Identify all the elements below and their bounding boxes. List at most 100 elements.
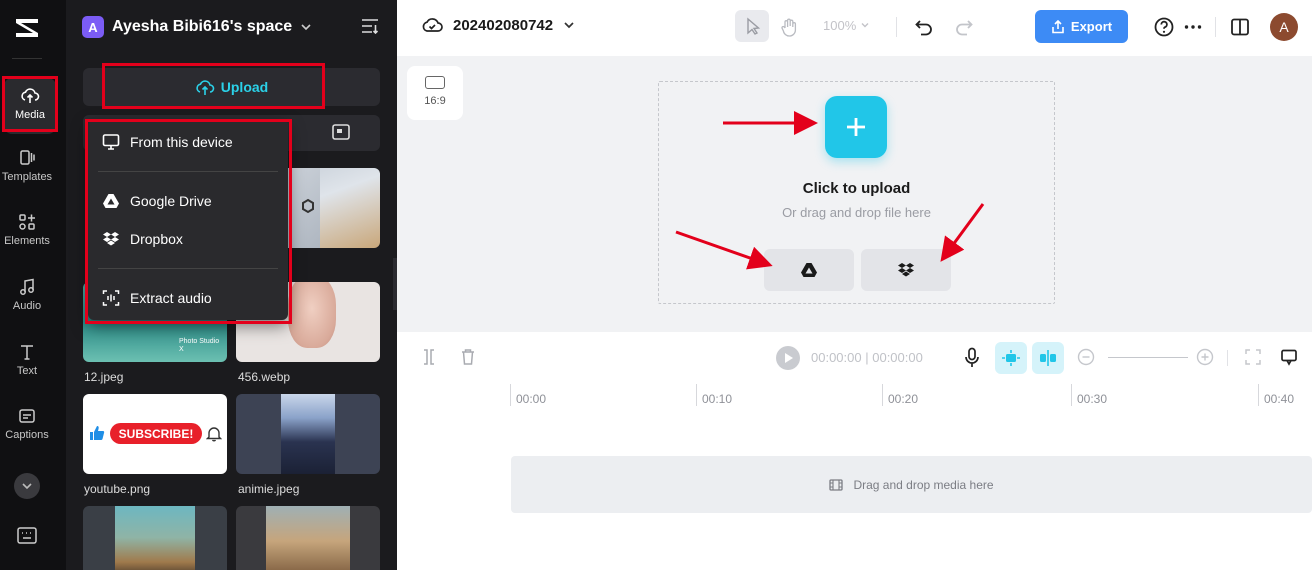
zoom-select[interactable]: 100% [823,18,870,33]
add-media-button[interactable] [825,96,887,158]
upload-button[interactable]: Upload [83,68,380,106]
templates-icon [20,150,35,165]
select-tool-button[interactable] [735,10,769,42]
warrior-art [266,506,350,570]
top-bar: 202402080742 100% Export A [397,0,1312,56]
menu-item-dropbox[interactable]: Dropbox [102,228,183,250]
menu-item-label: From this device [130,134,233,150]
play-button-icon[interactable] [775,345,801,371]
dropbox-icon [898,263,914,277]
timeline-drop-zone[interactable]: Drag and drop media here [511,456,1312,513]
timeline-drop-text: Drag and drop media here [853,477,994,492]
fit-timeline-icon[interactable] [1245,349,1261,365]
rail-item-text[interactable]: Text [0,342,54,398]
ruler-tick [882,384,883,406]
undo-icon[interactable] [913,16,935,38]
toolbar-divider [896,17,897,37]
google-drive-icon [103,194,119,208]
bell-icon [206,427,222,442]
space-name: Ayesha Bibi616's space [112,18,293,35]
ruler-label: 00:40 [1264,392,1295,406]
drag-drop-hint: Or drag and drop file here [782,205,931,220]
aspect-ratio-button[interactable]: 16:9 [407,66,463,120]
hand-tool-icon[interactable] [778,16,800,38]
capcut-editor: Media Templates Elements Audio Text Capt… [0,0,1312,570]
ruler-tick [510,384,511,406]
layout-panel-icon[interactable] [1229,16,1251,38]
media-thumbnail-youtube-png[interactable]: SUBSCRIBE! [83,394,227,474]
capcut-logo-icon[interactable] [13,14,41,42]
elements-icon [19,214,35,230]
more-tools-button[interactable] [14,473,40,499]
delete-icon[interactable] [460,348,476,366]
space-switcher[interactable]: A Ayesha Bibi616's space [82,14,312,40]
extract-audio-icon [102,290,120,306]
export-label: Export [1070,19,1113,34]
snap-icon [1002,350,1020,366]
link-clips-icon [1040,350,1056,366]
car-art [115,506,195,570]
keyboard-icon[interactable] [17,527,37,545]
portrait-face [288,282,336,348]
chevron-down-icon [22,483,32,490]
menu-item-google-drive[interactable]: Google Drive [102,190,212,212]
media-thumbnail-animie-jpeg[interactable] [236,394,380,474]
ruler-label: 00:10 [702,392,733,406]
split-icon[interactable] [421,348,437,366]
menu-item-extract-audio[interactable]: Extract audio [102,287,212,309]
project-name: 202402080742 [453,16,554,34]
chevron-down-icon [861,23,869,28]
film-icon [829,478,844,491]
comment-icon[interactable] [1280,348,1298,366]
google-drive-upload-button[interactable] [764,249,854,291]
avatar[interactable]: A [1270,13,1298,41]
anime-art [281,394,335,474]
ruler-tick [1258,384,1259,406]
zoom-in-icon[interactable] [1196,348,1214,366]
microphone-icon[interactable] [964,347,980,369]
media-name: 12.jpeg [84,370,124,384]
media-thumbnail-car[interactable] [83,506,227,570]
menu-item-from-this-device[interactable]: From this device [102,131,233,153]
ruler-tick [696,384,697,406]
click-to-upload-title: Click to upload [802,180,911,197]
toolbar-divider [1215,17,1216,37]
rail-item-captions[interactable]: Captions [0,406,54,462]
monitor-icon [102,134,120,150]
auto-snap-toggle[interactable] [995,342,1027,374]
sort-icon[interactable] [361,18,379,34]
cloud-upload-icon [196,80,215,95]
more-options-icon[interactable] [1182,16,1204,38]
media-thumbnail-warrior[interactable] [236,506,380,570]
menu-item-label: Dropbox [130,231,183,247]
rail-item-audio[interactable]: Audio [0,277,54,333]
playback-time: 00:00:00 | 00:00:00 [811,350,923,365]
rail-item-media[interactable]: Media [4,78,56,134]
thumbnail-watermark: Photo Studio X [179,338,220,353]
linkage-toggle[interactable] [1032,342,1064,374]
rail-item-label: Media [15,109,45,121]
zoom-out-icon[interactable] [1077,348,1095,366]
rail-item-elements[interactable]: Elements [0,212,54,268]
google-drive-icon [801,263,817,277]
export-button[interactable]: Export [1035,10,1128,43]
canvas-area: 16:9 Click to upload Or drag and drop fi… [397,56,1312,332]
menu-divider [98,171,278,172]
music-note-icon [20,278,34,295]
dropbox-upload-button[interactable] [861,249,951,291]
cloud-sync-icon [422,18,443,32]
total-time: 00:00:00 [872,350,923,365]
captions-icon [19,409,35,423]
menu-item-label: Extract audio [130,290,212,306]
ruler-tick [1071,384,1072,406]
ruler-label: 00:30 [1077,392,1108,406]
redo-icon[interactable] [953,16,975,38]
record-screen-icon[interactable] [332,124,350,140]
thumbs-up-icon [90,426,105,440]
project-title[interactable]: 202402080742 [421,16,575,34]
help-icon[interactable] [1153,16,1175,38]
subscribe-badge: SUBSCRIBE! [110,423,202,444]
upload-source-menu: From this device Google Drive Dropbox Ex… [88,120,288,320]
timeline-zoom-slider[interactable] [1108,357,1188,358]
rail-item-templates[interactable]: Templates [0,148,54,204]
